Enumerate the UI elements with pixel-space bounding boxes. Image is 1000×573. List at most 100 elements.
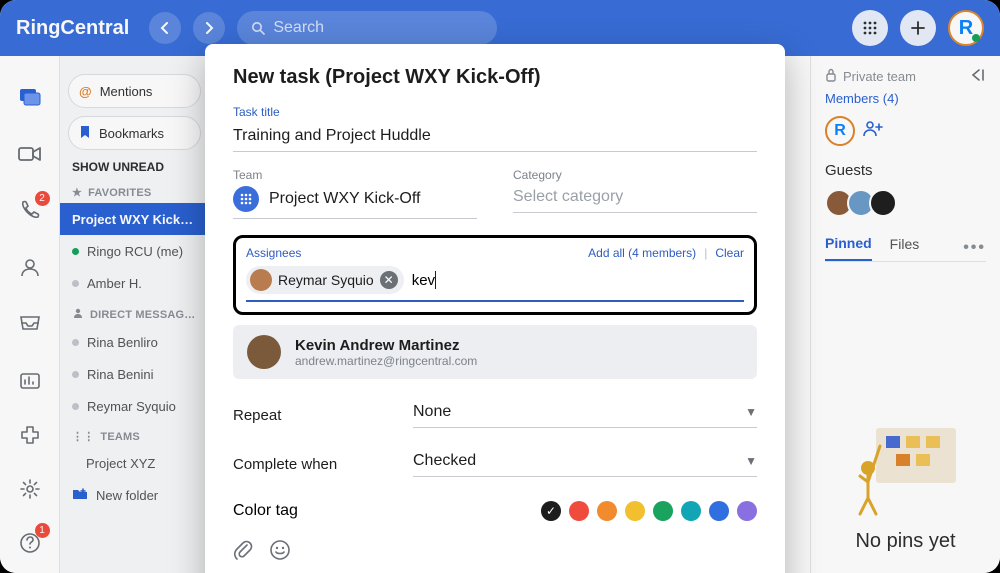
bookmarks-filter[interactable]: Bookmarks — [68, 116, 201, 150]
conversation-item[interactable]: Reymar Syquio — [60, 390, 209, 422]
team-icon: ⋮⋮ — [72, 430, 94, 443]
presence-dot — [72, 339, 79, 346]
presence-dot — [72, 371, 79, 378]
folder-plus-icon — [72, 487, 88, 504]
star-icon: ★ — [72, 186, 82, 199]
attach-file-icon[interactable] — [233, 539, 253, 567]
emoji-icon[interactable] — [269, 539, 291, 567]
new-folder-item[interactable]: New folder — [60, 479, 209, 511]
color-swatches — [541, 501, 757, 521]
nav-apps-icon[interactable] — [16, 421, 44, 449]
presence-dot — [72, 403, 79, 410]
guests-header: Guests — [825, 162, 986, 179]
complete-when-select[interactable]: Checked ▼ — [413, 452, 757, 477]
brand-logo: RingCentral — [16, 17, 129, 40]
search-placeholder-text: Search — [273, 19, 324, 37]
teams-section-header[interactable]: ⋮⋮ TEAMS — [72, 430, 197, 443]
conversation-item[interactable]: Project WXY Kick-Off — [60, 203, 209, 235]
nav-video-icon[interactable] — [16, 141, 44, 168]
color-swatch[interactable] — [597, 501, 617, 521]
nav-contacts-icon[interactable] — [16, 254, 44, 281]
clear-assignees-link[interactable]: Clear — [715, 246, 744, 260]
assignee-chip-avatar — [250, 269, 272, 291]
assignee-suggestion[interactable]: Kevin Andrew Martinez andrew.martinez@ri… — [233, 325, 757, 379]
conversation-name: Project XYZ — [86, 456, 155, 471]
guests-avatars[interactable] — [825, 189, 986, 217]
favorites-section-header[interactable]: ★ FAVORITES — [72, 186, 197, 199]
pinned-empty-state: No pins yet — [825, 276, 986, 561]
person-icon — [72, 307, 84, 322]
phone-badge: 2 — [35, 191, 50, 206]
color-swatch[interactable] — [541, 501, 561, 521]
nav-analytics-icon[interactable] — [16, 367, 44, 395]
conversation-name: Rina Benini — [87, 367, 154, 382]
tab-pinned[interactable]: Pinned — [825, 235, 872, 261]
conversation-item[interactable]: Rina Benini — [60, 358, 209, 390]
add-all-link[interactable]: Add all (4 members) — [588, 246, 696, 260]
conversation-item[interactable]: Amber H. — [60, 267, 209, 299]
assignee-chip: Reymar Syquio ✕ — [246, 266, 404, 294]
color-swatch[interactable] — [653, 501, 673, 521]
profile-avatar[interactable]: R — [948, 10, 984, 46]
chevron-down-icon: ▼ — [745, 405, 757, 419]
color-swatch[interactable] — [737, 501, 757, 521]
collapse-panel-icon[interactable] — [970, 68, 986, 85]
remove-assignee-icon[interactable]: ✕ — [380, 271, 398, 289]
global-search[interactable]: Search — [237, 11, 497, 45]
dialpad-button[interactable] — [852, 10, 888, 46]
dm-section-header[interactable]: DIRECT MESSAG… — [72, 307, 197, 322]
repeat-label: Repeat — [233, 407, 413, 424]
team-label: Team — [233, 168, 477, 182]
bookmarks-label: Bookmarks — [99, 126, 164, 141]
private-team-label: Private team — [843, 69, 916, 84]
new-action-button[interactable] — [900, 10, 936, 46]
nav-message-icon[interactable] — [16, 84, 44, 111]
nav-phone-icon[interactable]: 2 — [16, 197, 44, 224]
conversation-name: Reymar Syquio — [87, 399, 176, 414]
mentions-filter[interactable]: @ Mentions — [68, 74, 201, 108]
conversation-name: Project WXY Kick-Off — [72, 212, 197, 227]
nav-inbox-icon[interactable] — [16, 310, 44, 337]
presence-dot — [72, 280, 79, 287]
team-avatar[interactable]: R — [825, 116, 855, 146]
empty-pins-text: No pins yet — [855, 530, 955, 553]
tab-more-button[interactable]: ••• — [963, 239, 986, 257]
suggestion-avatar — [247, 335, 281, 369]
task-title-label: Task title — [233, 105, 757, 119]
team-name: Project WXY Kick-Off — [269, 190, 420, 208]
guest-avatar[interactable] — [869, 189, 897, 217]
conversation-item[interactable]: Rina Benliro — [60, 326, 209, 358]
category-label: Category — [513, 168, 757, 182]
mentions-label: Mentions — [100, 84, 153, 99]
conversation-item[interactable]: Ringo RCU (me) — [60, 235, 209, 267]
suggestion-name: Kevin Andrew Martinez — [295, 337, 477, 354]
team-selector[interactable]: Project WXY Kick-Off — [233, 186, 477, 219]
lock-icon — [825, 68, 837, 85]
category-select[interactable]: Select category — [513, 186, 757, 213]
help-badge: 1 — [35, 523, 50, 538]
assignees-field-highlight: Assignees Add all (4 members) | Clear Re… — [233, 235, 757, 315]
nav-forward-button[interactable] — [193, 12, 225, 44]
show-unread-toggle[interactable]: SHOW UNREAD — [72, 160, 197, 174]
complete-when-value: Checked — [413, 452, 476, 470]
add-member-button[interactable] — [863, 119, 883, 143]
conversation-item[interactable]: Project XYZ — [60, 447, 209, 479]
nav-help-icon[interactable]: 1 — [16, 529, 44, 557]
color-swatch[interactable] — [681, 501, 701, 521]
conversation-sidebar: @ Mentions Bookmarks SHOW UNREAD ★ FAVOR… — [60, 56, 210, 573]
task-title-input[interactable] — [233, 123, 757, 152]
nav-settings-icon[interactable] — [16, 475, 44, 503]
conversation-name: Amber H. — [87, 276, 142, 291]
complete-when-label: Complete when — [233, 456, 413, 473]
conversation-name: Rina Benliro — [87, 335, 158, 350]
members-link[interactable]: Members (4) — [825, 91, 986, 106]
color-swatch[interactable] — [709, 501, 729, 521]
at-icon: @ — [79, 84, 92, 99]
color-swatch[interactable] — [625, 501, 645, 521]
tab-files[interactable]: Files — [890, 236, 920, 260]
assignees-label: Assignees — [246, 246, 301, 260]
nav-back-button[interactable] — [149, 12, 181, 44]
repeat-select[interactable]: None ▼ — [413, 403, 757, 428]
color-swatch[interactable] — [569, 501, 589, 521]
modal-title: New task (Project WXY Kick-Off) — [233, 66, 757, 89]
